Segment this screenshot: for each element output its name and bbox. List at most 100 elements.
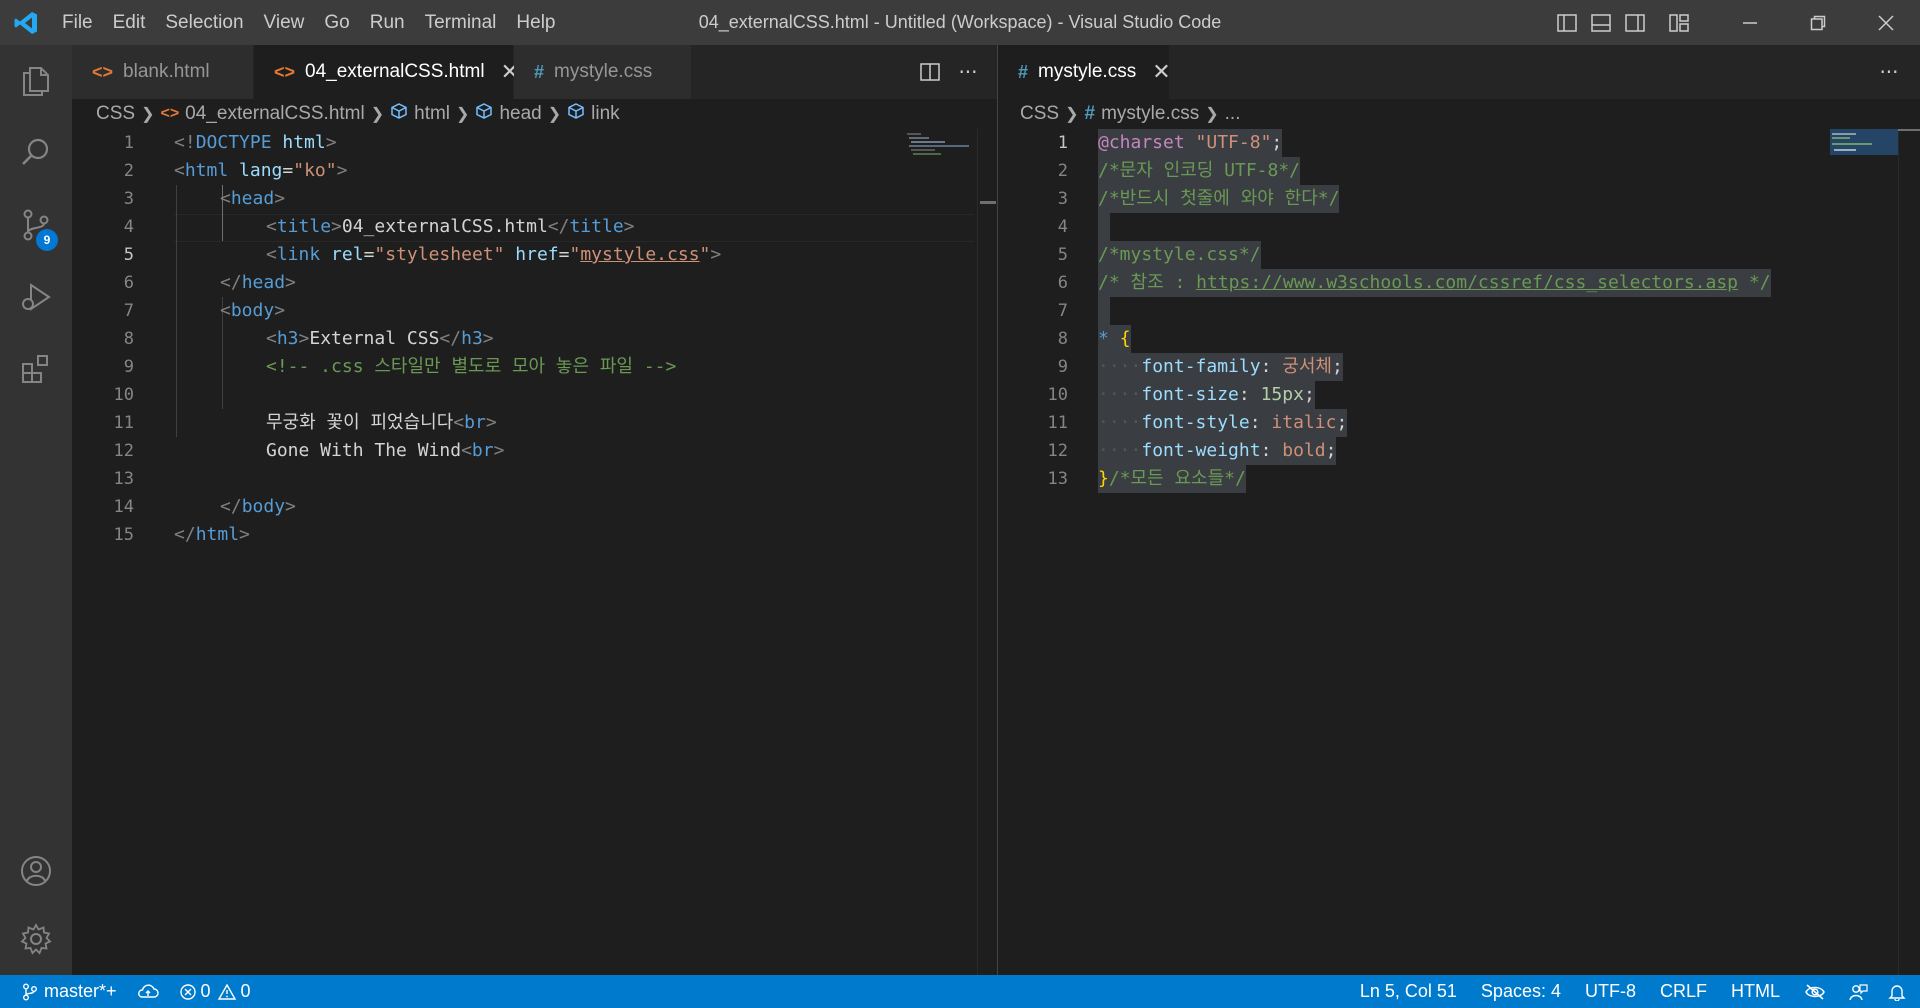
notifications-bell-icon[interactable]	[1878, 975, 1920, 1008]
line-number: 12	[1047, 441, 1068, 461]
line-number: 8	[123, 329, 134, 349]
menu-help[interactable]: Help	[506, 0, 565, 45]
language-mode[interactable]: HTML	[1719, 975, 1792, 1008]
code-line: /*반드시 첫줄에 와야 한다*/	[1098, 185, 1340, 213]
toggle-primary-sidebar-icon[interactable]	[1550, 0, 1584, 45]
more-actions-icon[interactable]: ···	[949, 60, 987, 84]
breadcrumb-symbol-html[interactable]: html	[414, 103, 450, 125]
code-line-empty	[1098, 213, 1110, 241]
code-line: ····font-style: italic;	[1098, 409, 1348, 437]
line-number: 7	[1057, 301, 1068, 321]
sync-icon[interactable]	[127, 975, 169, 1008]
breadcrumb-symbol-head[interactable]: head	[499, 103, 541, 125]
end-of-line[interactable]: CRLF	[1648, 975, 1719, 1008]
customize-layout-icon[interactable]	[1662, 0, 1696, 45]
chevron-right-icon: ❯	[141, 106, 155, 123]
toggle-panel-icon[interactable]	[1584, 0, 1618, 45]
code-line: @charset "UTF-8";	[1098, 129, 1283, 157]
warning-count: 0	[240, 981, 251, 1001]
activity-bar: 9	[0, 45, 72, 975]
vertical-scrollbar[interactable]	[977, 129, 998, 975]
code-line: /*문자 인코딩 UTF-8*/	[1098, 157, 1301, 185]
code-line: }/*모든 요소들*/	[1098, 465, 1246, 493]
link-href[interactable]: mystyle.css	[580, 244, 699, 265]
menu-view[interactable]: View	[254, 0, 315, 45]
symbol-box-icon	[475, 102, 493, 126]
title-controls	[1550, 0, 1920, 45]
code-editor-right[interactable]: 1 2 3 4 5 6 7 8 9 10 11 12 13 @charset "…	[998, 129, 1920, 975]
accounts-icon[interactable]	[0, 835, 72, 907]
css-file-icon: #	[1018, 61, 1029, 82]
line-number: 6	[123, 273, 134, 293]
encoding[interactable]: UTF-8	[1573, 975, 1648, 1008]
tab-mystyle-css[interactable]: # mystyle.css ✕	[998, 45, 1171, 99]
run-debug-icon[interactable]	[0, 261, 72, 333]
code-line: </head>	[220, 272, 296, 293]
breadcrumb-folder[interactable]: CSS	[1020, 103, 1059, 125]
cursor-position[interactable]: Ln 5, Col 51	[1348, 975, 1469, 1008]
reference-link[interactable]: https://www.w3schools.com/cssref/css_sel…	[1196, 272, 1738, 293]
code-line: ····font-family: 궁서체;	[1098, 353, 1343, 381]
html-file-icon: <>	[92, 61, 114, 82]
breadcrumb-file[interactable]: 04_externalCSS.html	[185, 103, 365, 125]
menu-file[interactable]: File	[52, 0, 103, 45]
source-control-icon[interactable]: 9	[0, 189, 72, 261]
menu-selection[interactable]: Selection	[155, 0, 253, 45]
more-actions-icon[interactable]: ···	[1870, 60, 1908, 84]
menu-go[interactable]: Go	[314, 0, 359, 45]
code-line: * {	[1098, 325, 1131, 353]
tab-label: mystyle.css	[1038, 61, 1137, 82]
minimize-icon[interactable]	[1716, 0, 1784, 45]
tab-mystyle-css[interactable]: # mystyle.css	[514, 45, 692, 99]
extensions-icon[interactable]	[0, 333, 72, 405]
menu-terminal[interactable]: Terminal	[415, 0, 507, 45]
restore-icon[interactable]	[1784, 0, 1852, 45]
search-icon[interactable]	[0, 117, 72, 189]
line-number: 13	[1047, 469, 1068, 489]
line-number: 13	[113, 469, 134, 489]
menu-edit[interactable]: Edit	[103, 0, 156, 45]
line-number: 4	[123, 217, 134, 237]
feedback-icon[interactable]	[1838, 975, 1878, 1008]
menu-run[interactable]: Run	[360, 0, 415, 45]
editor-group-left: <> blank.html <> 04_externalCSS.html ✕ #…	[72, 45, 997, 975]
code-line: /* 참조 : https://www.w3schools.com/cssref…	[1098, 269, 1771, 297]
split-editor-icon[interactable]	[911, 63, 949, 81]
branch-status[interactable]: master*+	[0, 975, 127, 1008]
tab-04-externalcss-html[interactable]: <> 04_externalCSS.html ✕	[254, 45, 519, 99]
line-number: 6	[1057, 273, 1068, 293]
line-number: 10	[113, 385, 134, 405]
code-editor-left[interactable]: 1 2 3 4 5 6 7 8 9 10 11 12 13 14 15 <!DO…	[72, 129, 997, 975]
scm-badge: 9	[36, 229, 58, 251]
manage-gear-icon[interactable]	[0, 903, 72, 975]
code-line: <title>04_externalCSS.html</title>	[266, 216, 635, 237]
line-number: 11	[1047, 413, 1068, 433]
vscode-logo-icon	[0, 0, 52, 45]
line-number: 14	[113, 497, 134, 517]
tab-label: blank.html	[123, 61, 210, 82]
breadcrumb-folder[interactable]: CSS	[96, 103, 135, 125]
minimap-right[interactable]	[1830, 129, 1920, 975]
close-icon[interactable]: ✕	[1152, 59, 1170, 85]
live-server-off-icon[interactable]	[1792, 975, 1838, 1008]
breadcrumb-more[interactable]: ...	[1225, 103, 1241, 125]
error-icon	[179, 983, 196, 1000]
tab-label: mystyle.css	[554, 61, 653, 82]
line-number: 4	[1057, 217, 1068, 237]
html-file-icon: <>	[274, 61, 296, 82]
breadcrumb-symbol-link[interactable]: link	[591, 103, 620, 125]
chevron-right-icon: ❯	[547, 106, 562, 123]
css-file-icon: #	[1084, 103, 1096, 124]
problems-status[interactable]: 0 0	[169, 975, 261, 1008]
git-branch-icon	[23, 983, 37, 1000]
indentation[interactable]: Spaces: 4	[1469, 975, 1573, 1008]
line-number: 5	[1057, 245, 1068, 265]
breadcrumb-file[interactable]: mystyle.css	[1101, 103, 1199, 125]
explorer-icon[interactable]	[0, 45, 72, 117]
status-bar-right: Ln 5, Col 51 Spaces: 4 UTF-8 CRLF HTML	[1348, 975, 1920, 1008]
toggle-secondary-sidebar-icon[interactable]	[1618, 0, 1652, 45]
line-number: 3	[123, 189, 134, 209]
tab-blank-html[interactable]: <> blank.html	[72, 45, 254, 99]
editor-actions-left: ···	[911, 45, 987, 99]
close-window-icon[interactable]	[1852, 0, 1920, 45]
